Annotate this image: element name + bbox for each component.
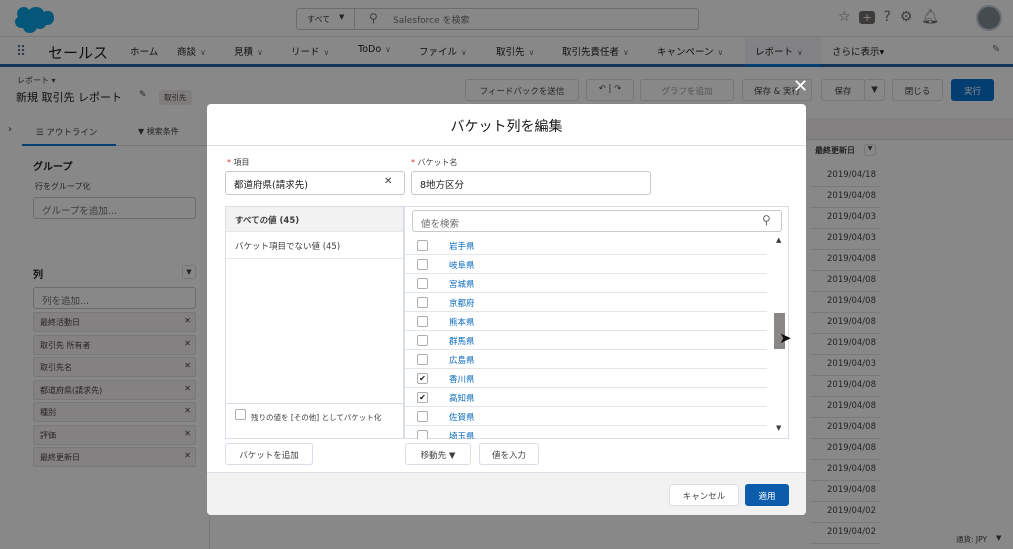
bucket-unbucketed-label: バケット項目でない値 (45) [235,242,341,252]
value-label: 宮城県 [449,280,475,290]
value-row[interactable]: 熊本県 [405,312,767,331]
value-label: 京都府 [449,299,475,309]
bucket-list: すべての値 (45) バケット項目でない値 (45) 残りの値を [その他] と… [225,206,404,439]
checkbox[interactable] [417,278,428,289]
value-search-placeholder: 値を検索 [421,219,460,230]
enter-value-button[interactable]: 値を入力 [479,443,539,465]
move-to-label: 移動先 [420,451,447,461]
clear-field-icon[interactable]: ✕ [384,176,392,187]
bucket-all-values-label: すべての値 (45) [235,216,300,226]
value-label: 岐阜県 [449,261,475,271]
checkbox[interactable] [417,259,428,270]
value-row[interactable]: 広島県 [405,350,767,369]
bucket-name-value: 8地方区分 [420,180,465,191]
cancel-button[interactable]: キャンセル [669,484,739,506]
other-bucket-label: 残りの値を [その他] としてバケット化 [251,413,382,422]
modal-header: バケット列を編集 [207,104,806,146]
checkbox[interactable] [417,411,428,422]
modal-footer: キャンセル 適用 [207,472,806,515]
value-rows: 岩手県岐阜県宮城県京都府熊本県群馬県広島県 ✔ 香川県 ✔ 高知県佐賀県埼玉県 [405,236,788,439]
value-row[interactable]: ✔ 香川県 [405,369,767,388]
value-label: 岩手県 [449,242,475,252]
apply-button[interactable]: 適用 [745,484,789,506]
move-to-button[interactable]: 移動先 ▼ [405,443,471,465]
value-label: 熊本県 [449,318,475,328]
value-row[interactable]: 京都府 [405,293,767,312]
value-label: 群馬県 [449,337,475,347]
other-bucket-option: 残りの値を [その他] としてバケット化 [226,403,403,438]
checkbox-checked[interactable]: ✔ [417,392,428,403]
value-row[interactable]: 岐阜県 [405,255,767,274]
value-label: 埼玉県 [449,432,475,439]
scroll-up-icon[interactable]: ▲ [776,236,781,244]
mouse-cursor-icon: ➤ [779,329,792,347]
checkbox[interactable] [417,316,428,327]
value-row[interactable]: 群馬県 [405,331,767,350]
field-label-text: 項目 [233,158,250,167]
bucket-name-label: * バケット名 [411,158,458,167]
value-label: 佐賀県 [449,413,475,423]
value-row[interactable]: 佐賀県 [405,407,767,426]
modal-close-icon[interactable]: ✕ [793,76,808,97]
modal-title: バケット列を編集 [450,119,563,135]
move-to-chevron-icon: ▼ [446,451,456,461]
value-row[interactable]: ✔ 高知県 [405,388,767,407]
checkbox[interactable] [417,297,428,308]
value-label: 高知県 [449,394,475,404]
field-value: 都道府県(請求先) [234,180,308,191]
bucket-all-values[interactable]: すべての値 (45) [226,207,403,232]
add-bucket-button[interactable]: バケットを追加 [225,443,313,465]
checkbox[interactable] [417,430,428,439]
edit-bucket-modal: バケット列を編集 * 項目 都道府県(請求先) ✕ * バケット名 8地方区分 … [207,104,806,515]
checkbox[interactable] [417,354,428,365]
value-row[interactable]: 岩手県 [405,236,767,255]
bucket-unbucketed[interactable]: バケット項目でない値 (45) [226,232,403,259]
value-search-input[interactable]: 値を検索 [412,210,782,232]
value-row[interactable]: 埼玉県 [405,426,767,439]
field-input[interactable]: 都道府県(請求先) [225,171,405,195]
checkbox[interactable] [417,240,428,251]
scroll-down-icon[interactable]: ▼ [776,424,781,432]
bucket-name-input[interactable]: 8地方区分 [411,171,651,195]
checkbox[interactable] [417,335,428,346]
field-label: * 項目 [227,158,250,167]
checkbox-checked[interactable]: ✔ [417,373,428,384]
value-search-icon: ⚲ [762,213,771,227]
value-row[interactable]: 宮城県 [405,274,767,293]
value-label: 広島県 [449,356,475,366]
bucket-name-label-text: バケット名 [417,158,458,167]
value-list: 値を検索 ⚲ 岩手県岐阜県宮城県京都府熊本県群馬県広島県 ✔ 香川県 ✔ 高知県佐賀県埼… [404,206,789,439]
value-label: 香川県 [449,375,475,385]
